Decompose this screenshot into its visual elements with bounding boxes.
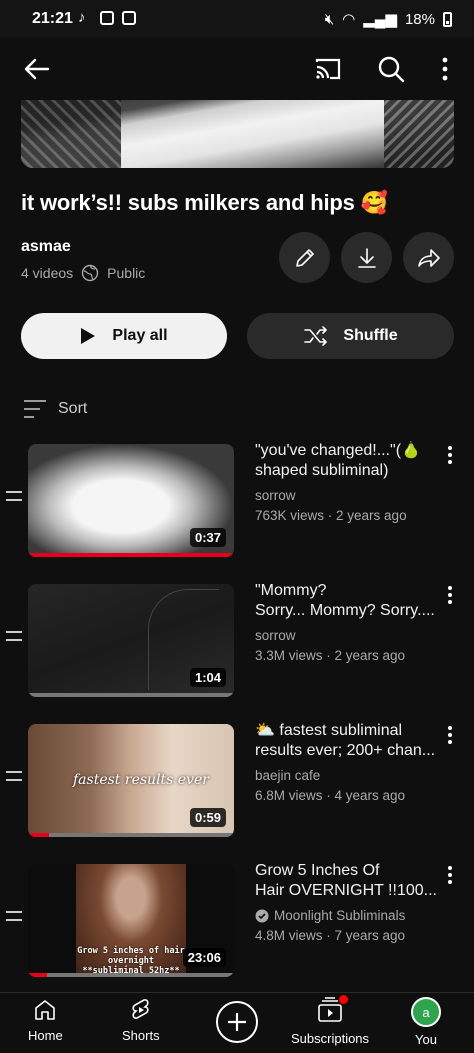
video-row-2[interactable]: 1:04 "Mommy? Sorry... Mommy? Sorry.... s… <box>0 581 474 697</box>
more-options-icon[interactable] <box>430 54 460 84</box>
sort-button[interactable]: Sort <box>22 398 87 420</box>
video-title[interactable]: Grow 5 Inches Of Hair OVERNIGHT !!100... <box>255 861 440 901</box>
video-stats: 3.3M views · 2 years ago <box>255 648 406 663</box>
progress-track <box>28 973 234 977</box>
video-more-icon[interactable] <box>443 444 457 466</box>
drag-handle-icon[interactable] <box>6 491 22 501</box>
video-more-icon[interactable] <box>443 724 457 746</box>
nav-you[interactable]: a You <box>411 997 441 1047</box>
drag-handle-icon[interactable] <box>6 771 22 781</box>
notification-badge <box>339 995 349 1004</box>
image-notification-icon <box>122 11 136 25</box>
shuffle-button[interactable]: Shuffle <box>247 313 454 359</box>
nav-shorts[interactable]: Shorts <box>122 997 160 1043</box>
video-stats: 6.8M views · 4 years ago <box>255 788 406 803</box>
status-bar: 21:21 ♪ 🔇︎ ◠ ▂▄▆ 18% <box>0 0 474 38</box>
drag-handle-icon[interactable] <box>6 911 22 921</box>
check-notification-icon <box>100 11 114 25</box>
download-button[interactable] <box>341 232 392 283</box>
video-thumbnail[interactable]: 0:37 <box>28 444 234 557</box>
notification-icons: ♪ <box>78 9 136 26</box>
play-icon <box>81 328 96 344</box>
drag-handle-icon[interactable] <box>6 631 22 641</box>
shuffle-label: Shuffle <box>343 327 398 344</box>
video-duration: 0:37 <box>189 528 226 547</box>
cover-plaid-left <box>21 100 121 168</box>
watch-progress <box>28 973 47 977</box>
playlist-meta: 4 videos Public <box>21 264 145 282</box>
bottom-navigation: Home Shorts Subscriptions a You <box>0 992 474 1053</box>
mute-icon: 🔇︎ <box>324 10 335 28</box>
shorts-icon <box>132 999 149 1019</box>
download-icon <box>357 247 376 268</box>
edit-button[interactable] <box>279 232 330 283</box>
nav-you-label: You <box>415 1032 437 1047</box>
playlist-cover-image <box>21 100 454 168</box>
share-icon <box>417 248 440 267</box>
wifi-icon: ◠ <box>342 11 356 28</box>
watch-progress <box>28 553 234 557</box>
plus-icon <box>228 1013 246 1031</box>
video-duration: 0:59 <box>189 808 226 827</box>
video-row-3[interactable]: fastest results ever 0:59 ⛅ fastest subl… <box>0 721 474 837</box>
video-title[interactable]: "Mommy? Sorry... Mommy? Sorry.... <box>255 581 440 621</box>
channel-name: Moonlight Subliminals <box>255 908 405 923</box>
video-thumbnail[interactable]: Grow 5 inches of hair overnight **sublim… <box>28 864 234 977</box>
video-stats: 763K views · 2 years ago <box>255 508 407 523</box>
pencil-icon <box>295 248 314 267</box>
nav-subscriptions-label: Subscriptions <box>291 1031 370 1046</box>
share-button[interactable] <box>403 232 454 283</box>
cast-icon[interactable] <box>313 54 343 84</box>
thumbnail-caption: fastest results ever <box>73 772 209 788</box>
privacy-label: Public <box>107 265 146 281</box>
back-arrow-icon[interactable] <box>22 54 52 84</box>
playlist-owner[interactable]: asmae <box>21 238 71 256</box>
playlist-title: it work’s!! subs milkers and hips 🥰 <box>21 190 388 215</box>
thumbnail-caption: Grow 5 inches of hair overnight **sublim… <box>77 946 185 976</box>
nav-shorts-label: Shorts <box>122 1028 160 1043</box>
play-all-button[interactable]: Play all <box>21 313 227 359</box>
top-app-bar <box>0 38 474 100</box>
nav-subscriptions[interactable]: Subscriptions <box>291 995 370 1046</box>
channel-name: sorrow <box>255 628 296 643</box>
verified-icon <box>255 909 269 922</box>
video-more-icon[interactable] <box>443 864 457 886</box>
progress-track <box>28 693 234 697</box>
video-duration: 1:04 <box>189 668 226 687</box>
search-icon[interactable] <box>376 54 406 84</box>
video-count: 4 videos <box>21 265 74 281</box>
video-stats: 4.8M views · 7 years ago <box>255 928 406 943</box>
channel-name: baejin cafe <box>255 768 321 783</box>
video-row-4[interactable]: Grow 5 inches of hair overnight **sublim… <box>0 861 474 977</box>
video-thumbnail[interactable]: fastest results ever 0:59 <box>28 724 234 837</box>
nav-home[interactable]: Home <box>28 997 63 1043</box>
video-title[interactable]: "you've changed!..."(🍐 shaped subliminal… <box>255 441 440 481</box>
nav-home-label: Home <box>28 1028 63 1043</box>
home-icon <box>35 1000 56 1020</box>
status-time: 21:21 <box>32 10 73 27</box>
cover-plaid-right <box>384 100 454 168</box>
sort-label: Sort <box>58 400 88 417</box>
battery-icon <box>443 11 452 27</box>
progress-track <box>28 833 234 837</box>
video-duration: 23:06 <box>182 948 226 967</box>
sort-icon <box>24 400 46 418</box>
video-thumbnail[interactable]: 1:04 <box>28 584 234 697</box>
system-indicators: 🔇︎ ◠ ▂▄▆ 18% <box>325 10 452 28</box>
shuffle-icon <box>304 326 328 346</box>
play-all-label: Play all <box>112 327 168 344</box>
video-row-1[interactable]: 0:37 "you've changed!..."(🍐 shaped subli… <box>0 441 474 557</box>
signal-icon: ▂▄▆ <box>363 11 397 28</box>
battery-text: 18% <box>404 10 435 28</box>
channel-name: sorrow <box>255 488 296 503</box>
create-button[interactable] <box>216 1001 258 1043</box>
globe-icon <box>81 264 99 282</box>
video-title[interactable]: ⛅ fastest subliminal results ever; 200+ … <box>255 721 440 761</box>
tiktok-icon: ♪ <box>78 9 86 26</box>
avatar: a <box>411 997 441 1027</box>
watch-progress <box>28 833 49 837</box>
subscriptions-icon-wrap <box>316 995 349 1026</box>
video-more-icon[interactable] <box>443 584 457 606</box>
